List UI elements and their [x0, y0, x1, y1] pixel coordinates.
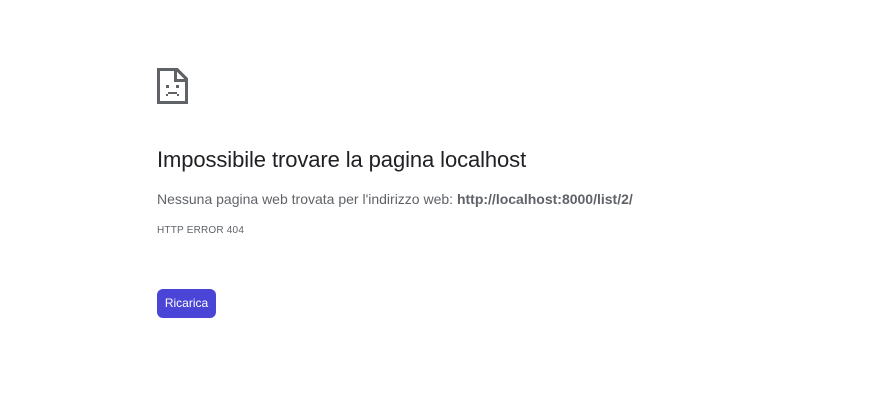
- error-code: HTTP ERROR 404: [157, 225, 245, 236]
- error-description: Nessuna pagina web trovata per l'indiriz…: [157, 191, 633, 207]
- reload-button[interactable]: Ricarica: [157, 289, 216, 318]
- error-url: http://localhost:8000/list/2/: [456, 191, 633, 207]
- error-title: Impossibile trovare la pagina localhost: [157, 147, 527, 172]
- sad-page-icon: [157, 68, 188, 104]
- error-description-text: Nessuna pagina web trovata per l'indiriz…: [157, 191, 457, 207]
